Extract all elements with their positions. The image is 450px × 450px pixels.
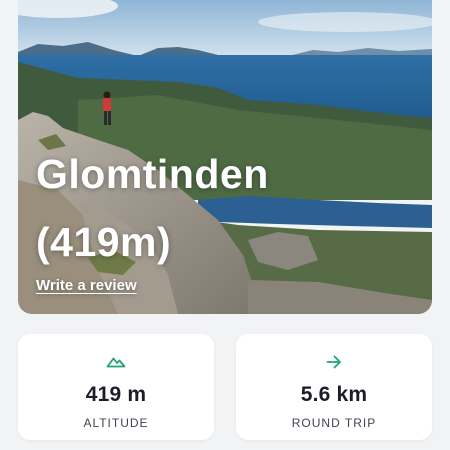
page-title: Glomtinden (419m) (36, 140, 269, 276)
round-trip-label: ROUND TRIP (291, 416, 377, 430)
round-trip-card: 5.6 km ROUND TRIP (236, 334, 432, 440)
altitude-value: 419 m (85, 383, 147, 406)
altitude-label: ALTITUDE (83, 416, 149, 430)
title-line-1: Glomtinden (36, 151, 269, 197)
mountain-icon (106, 354, 126, 370)
title-line-2: (419m) (36, 219, 172, 265)
altitude-card: 419 m ALTITUDE (18, 334, 214, 440)
write-review-link[interactable]: Write a review (36, 277, 137, 294)
hero-card: Glomtinden (419m) Write a review (18, 0, 432, 314)
round-trip-value: 5.6 km (300, 383, 368, 406)
arrow-right-icon (326, 354, 342, 370)
